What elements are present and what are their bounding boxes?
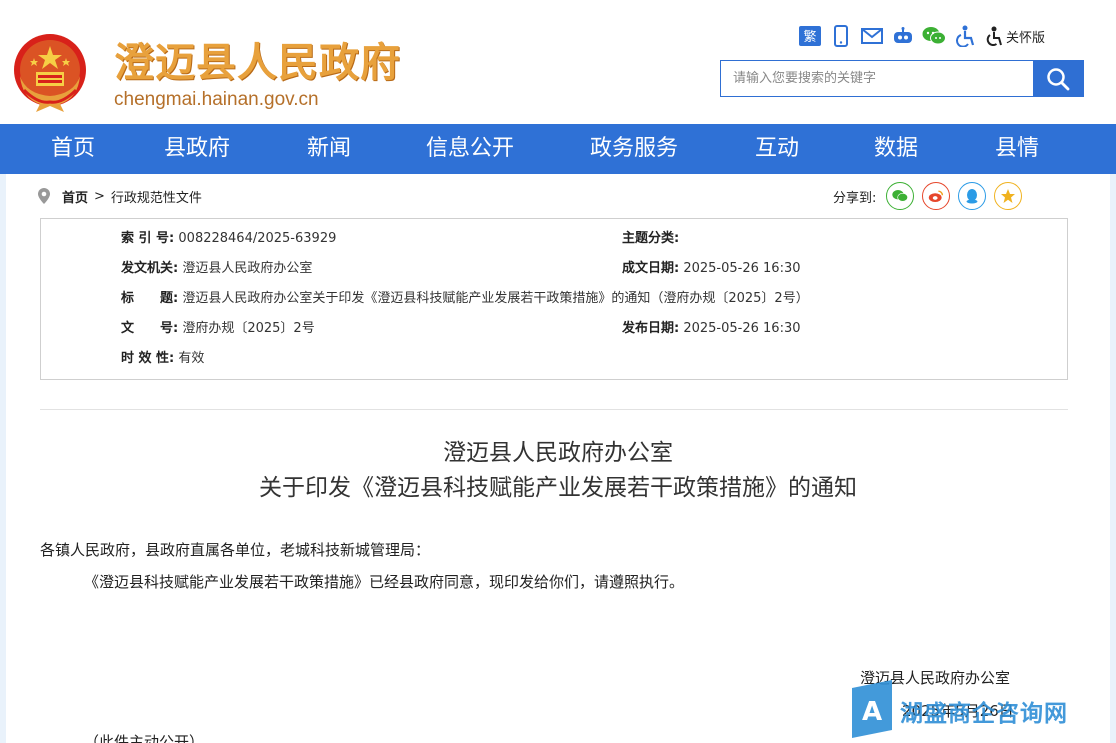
share-qzone-button[interactable] — [994, 182, 1023, 210]
meta-created-value: 2025-05-26 16:30 — [683, 261, 801, 276]
mail-icon[interactable] — [860, 24, 884, 48]
search-icon — [1047, 67, 1070, 90]
nav-item-news[interactable]: 新闻 — [289, 124, 369, 174]
robot-icon[interactable] — [891, 24, 915, 48]
breadcrumb-current-link[interactable]: 行政规范性文件 — [111, 187, 202, 206]
meta-index: 索 引 号: 008228464/2025-63929 — [121, 229, 336, 249]
meta-issuer-key: 发文机关: — [121, 261, 179, 276]
document-public-note: （此件主动公开） — [84, 733, 205, 743]
svg-text:A: A — [862, 697, 882, 727]
nav-item-home[interactable]: 首页 — [33, 124, 113, 174]
share-qq-button[interactable] — [958, 182, 987, 210]
watermark-logo-icon: A — [852, 680, 892, 738]
accessibility-icon[interactable] — [953, 24, 977, 48]
meta-created-key: 成文日期: — [622, 261, 680, 276]
qzone-star-icon — [1001, 189, 1016, 203]
meta-docno-key: 文 号: — [121, 321, 179, 336]
meta-issuer-value: 澄迈县人民政府办公室 — [182, 261, 313, 276]
breadcrumb-separator: > — [94, 188, 105, 204]
nav-item-info-disclosure[interactable]: 信息公开 — [414, 124, 526, 174]
meta-index-value: 008228464/2025-63929 — [178, 231, 337, 246]
search-button[interactable] — [1033, 61, 1083, 96]
meta-topic-key: 主题分类: — [622, 231, 680, 246]
traditional-chinese-icon[interactable]: 繁 — [798, 24, 822, 48]
document-meta-box: 索 引 号: 008228464/2025-63929 主题分类: 发文机关: … — [40, 218, 1068, 380]
share-weibo-button[interactable] — [922, 182, 951, 210]
watermark-text: 湖盛商企咨询网 — [900, 700, 1068, 727]
meta-validity-key: 时 效 性: — [121, 351, 175, 366]
share-wechat-button[interactable] — [886, 182, 915, 210]
meta-published-value: 2025-05-26 16:30 — [683, 321, 801, 336]
breadcrumb-home-link[interactable]: 首页 — [62, 187, 88, 206]
weibo-icon — [929, 190, 944, 202]
nav-item-government[interactable]: 县政府 — [152, 124, 242, 174]
national-emblem-icon — [14, 34, 86, 112]
meta-published-key: 发布日期: — [622, 321, 680, 336]
meta-title-value: 澄迈县人民政府办公室关于印发《澄迈县科技赋能产业发展若干政策措施》的通知（澄府办… — [182, 291, 809, 306]
meta-validity-value: 有效 — [178, 351, 205, 366]
meta-issuer: 发文机关: 澄迈县人民政府办公室 — [121, 259, 312, 279]
meta-docno-value: 澄府办规〔2025〕2号 — [182, 321, 315, 336]
meta-index-key: 索 引 号: — [121, 231, 175, 246]
qq-icon — [966, 189, 978, 204]
meta-published: 发布日期: 2025-05-26 16:30 — [622, 319, 801, 339]
nav-item-data[interactable]: 数据 — [856, 124, 936, 174]
site-domain: chengmai.hainan.gov.cn — [114, 89, 319, 110]
svg-text:繁: 繁 — [803, 29, 816, 45]
meta-docno: 文 号: 澄府办规〔2025〕2号 — [121, 319, 315, 339]
site-header: 澄迈县人民政府 chengmai.hainan.gov.cn 繁 关怀版 — [0, 0, 1116, 124]
nav-item-interaction[interactable]: 互动 — [737, 124, 817, 174]
meta-validity: 时 效 性: 有效 — [121, 349, 204, 369]
watermark: A 湖盛商企咨询网 — [848, 680, 1078, 740]
content-divider — [40, 409, 1068, 410]
document-title-line-1: 澄迈县人民政府办公室 — [443, 440, 673, 466]
top-utility-bar: 繁 关怀版 — [798, 24, 1045, 48]
nav-item-services[interactable]: 政务服务 — [578, 124, 690, 174]
share-label: 分享到: — [833, 190, 877, 206]
meta-created: 成文日期: 2025-05-26 16:30 — [622, 259, 801, 279]
search-box — [720, 60, 1084, 97]
document-title-line-2: 关于印发《澄迈县科技赋能产业发展若干政策措施》的通知 — [259, 475, 857, 501]
site-title[interactable]: 澄迈县人民政府 — [114, 30, 401, 88]
search-input[interactable] — [721, 61, 1033, 96]
meta-title-key: 标 题: — [121, 291, 179, 306]
breadcrumb: 首页 > 行政规范性文件 — [38, 185, 202, 207]
care-mode-icon — [986, 26, 1002, 46]
meta-title: 标 题: 澄迈县人民政府办公室关于印发《澄迈县科技赋能产业发展若干政策措施》的通… — [121, 289, 809, 309]
mobile-icon[interactable] — [829, 24, 853, 48]
meta-topic: 主题分类: — [622, 229, 679, 249]
document-paragraph: 《澄迈县科技赋能产业发展若干政策措施》已经县政府同意，现印发给你们，请遵照执行。 — [84, 573, 685, 591]
care-mode-button[interactable]: 关怀版 — [984, 24, 1045, 48]
main-nav: 首页 县政府 新闻 信息公开 政务服务 互动 数据 县情 — [0, 124, 1116, 174]
wechat-icon — [892, 190, 909, 202]
location-pin-icon — [38, 188, 50, 204]
care-mode-label: 关怀版 — [1006, 30, 1046, 46]
document-salutation: 各镇人民政府，县政府直属各单位，老城科技新城管理局： — [40, 541, 431, 559]
wechat-icon[interactable] — [922, 24, 946, 48]
share-bar: 分享到: — [833, 182, 1030, 210]
nav-item-county-info[interactable]: 县情 — [977, 124, 1057, 174]
